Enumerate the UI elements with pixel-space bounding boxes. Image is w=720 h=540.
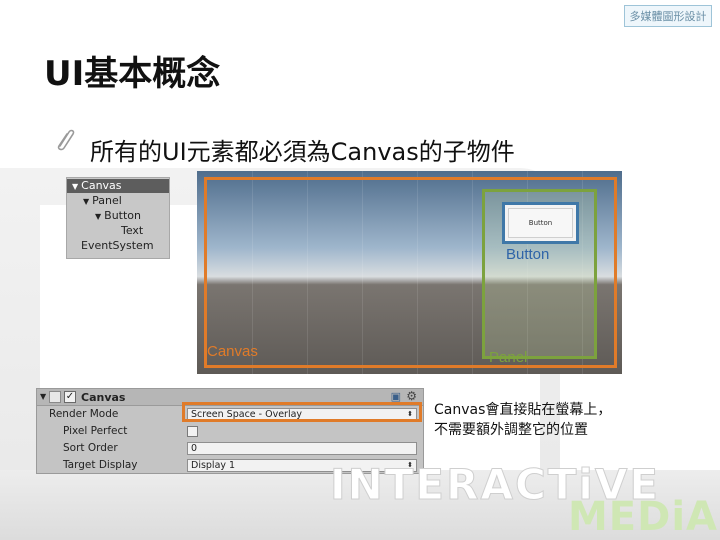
note-line-1: Canvas會直接貼在螢幕上，: [434, 402, 612, 418]
bullet-text: 所有的UI元素都必須為Canvas的子物件: [90, 138, 515, 166]
render-mode-label: Render Mode: [49, 408, 119, 420]
canvas-component-icon: [49, 391, 61, 403]
expand-triangle-icon[interactable]: ▼: [72, 182, 78, 191]
slide-title: UI基本概念: [44, 54, 221, 94]
watermark-media: MEDiA: [568, 494, 718, 540]
hierarchy-item-text[interactable]: Text: [121, 224, 143, 238]
collapse-triangle-icon[interactable]: ▼: [40, 392, 46, 401]
note-text: Canvas會直接貼在螢幕上， 不需要額外調整它的位置: [434, 400, 611, 440]
expand-triangle-icon[interactable]: ▼: [95, 212, 101, 221]
label-button: Button: [506, 246, 550, 263]
hierarchy-panel: ▼ Canvas ▼ Panel ▼ Button Text EventSystem: [66, 177, 170, 259]
expand-triangle-icon[interactable]: ▼: [83, 197, 89, 206]
scene-ui-button[interactable]: Button: [508, 208, 573, 238]
sort-order-label: Sort Order: [63, 442, 118, 454]
target-display-value: Display 1: [191, 460, 236, 471]
logo-badge: 多媒體圖形設計: [624, 5, 712, 27]
render-mode-highlight: [182, 402, 422, 422]
label-canvas: Canvas: [207, 343, 258, 360]
note-line-2: 不需要額外調整它的位置: [434, 422, 588, 438]
hierarchy-item-canvas[interactable]: ▼ Canvas: [67, 179, 169, 193]
component-name: Canvas: [81, 391, 126, 404]
sort-order-input[interactable]: 0: [187, 442, 417, 455]
hierarchy-item-button[interactable]: ▼ Button: [95, 209, 141, 223]
hierarchy-item-label: EventSystem: [81, 239, 154, 252]
pixel-perfect-label: Pixel Perfect: [63, 425, 128, 437]
target-display-label: Target Display: [63, 459, 138, 471]
paperclip-icon: [57, 129, 75, 151]
hierarchy-item-eventsystem[interactable]: EventSystem: [81, 239, 154, 253]
hierarchy-item-label: Button: [104, 209, 142, 222]
hierarchy-item-label: Canvas: [81, 179, 122, 192]
pixel-perfect-checkbox[interactable]: [187, 426, 198, 437]
hierarchy-item-label: Panel: [92, 194, 122, 207]
gear-icon[interactable]: ⚙: [406, 389, 417, 403]
label-panel: Panel: [489, 349, 528, 366]
hierarchy-item-label: Text: [121, 224, 144, 237]
hierarchy-item-panel[interactable]: ▼ Panel: [83, 194, 122, 208]
component-enabled-checkbox[interactable]: ✓: [64, 391, 76, 403]
